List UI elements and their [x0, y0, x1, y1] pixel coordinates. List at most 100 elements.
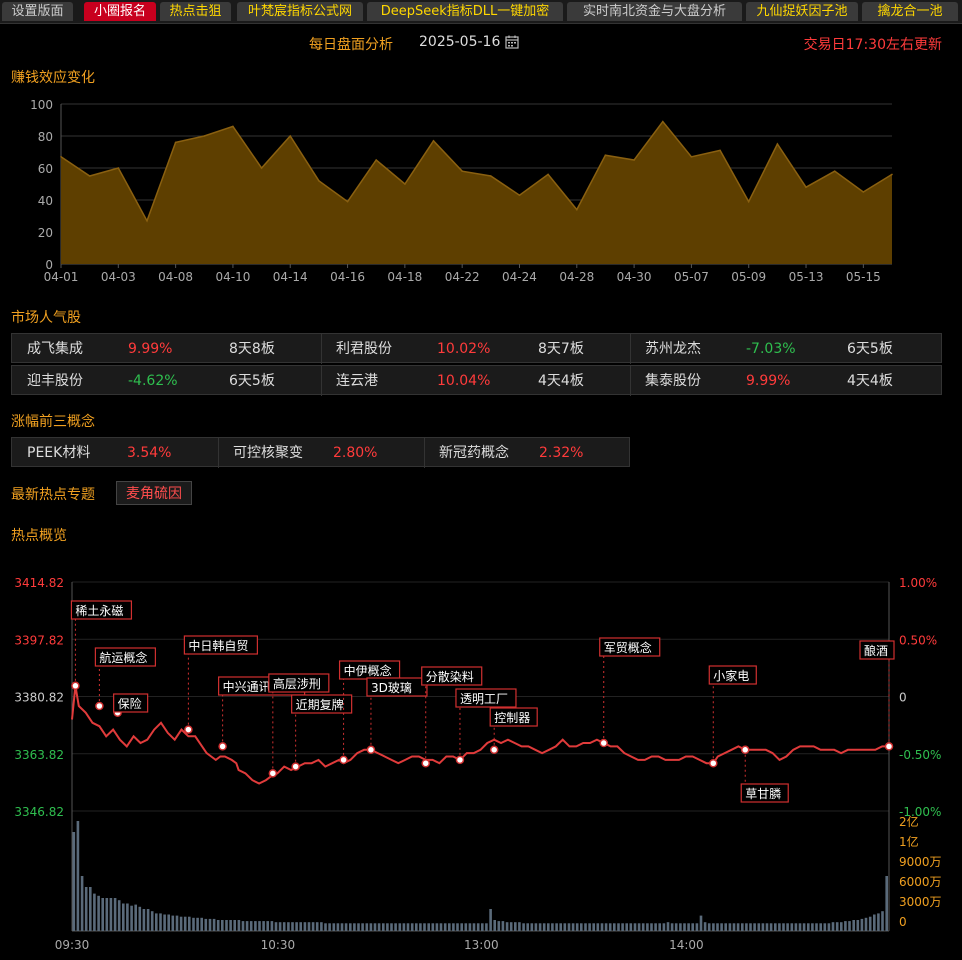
volume-bar	[584, 923, 587, 931]
hot-topic-tag[interactable]: 麦角硫因	[116, 481, 192, 505]
event-marker[interactable]	[709, 758, 718, 768]
volume-bar	[877, 913, 880, 931]
volume-bar	[559, 923, 562, 931]
area-data-point	[232, 125, 234, 128]
event-label: 稀土永磁	[75, 603, 123, 618]
concept-name[interactable]: PEEK材料	[27, 438, 90, 468]
event-label: 高层涉刑	[273, 676, 321, 691]
area-data-point	[146, 220, 148, 222]
volume-bar	[703, 922, 707, 931]
volume-bar	[724, 923, 727, 931]
volume-bar	[654, 923, 657, 931]
volume-bar	[464, 923, 468, 931]
event-label: 中伊概念	[344, 663, 392, 678]
event-label: 酿酒	[864, 643, 888, 658]
area-x-tick-label: 04-08	[158, 270, 193, 284]
volume-bar	[93, 893, 96, 931]
volume-bar	[237, 920, 241, 931]
volume-bar	[699, 915, 703, 931]
volume-bar	[613, 923, 616, 931]
volume-bar	[439, 923, 443, 931]
tab-3[interactable]: 热点击狙	[160, 2, 231, 21]
grid-separator	[321, 366, 322, 396]
event-marker[interactable]	[184, 725, 193, 734]
tab-1[interactable]: 设置版面	[2, 2, 73, 21]
stock-name[interactable]: 迎丰股份	[27, 366, 83, 396]
volume-bar	[340, 923, 344, 931]
volume-bar	[860, 918, 864, 931]
volume-bar	[150, 911, 154, 931]
volume-bar	[580, 923, 583, 931]
calendar-icon[interactable]	[505, 35, 519, 49]
grid-separator	[424, 438, 425, 468]
event-marker[interactable]	[421, 758, 430, 768]
volume-bar	[538, 923, 542, 931]
volume-bar	[650, 923, 653, 931]
area-y-tick-label: 20	[38, 226, 53, 240]
event-marker[interactable]	[740, 745, 750, 755]
stock-name[interactable]: 集泰股份	[645, 366, 701, 396]
area-x-tick-label: 04-03	[101, 270, 136, 284]
volume-bar	[386, 923, 389, 931]
event-marker[interactable]	[268, 769, 278, 778]
tab-6[interactable]: 实时南北资金与大盘分析	[567, 2, 742, 21]
volume-bar	[332, 923, 336, 931]
intraday-price-tick-label: 3380.82	[14, 691, 64, 705]
event-label: 草甘膦	[745, 786, 781, 801]
area-data-point	[547, 173, 549, 176]
area-data-point	[432, 140, 435, 142]
volume-bar	[782, 923, 785, 931]
area-x-tick-label: 04-16	[330, 270, 365, 284]
volume-bar	[551, 923, 554, 931]
volume-bar	[815, 923, 818, 931]
volume-bar	[476, 923, 480, 931]
volume-bar	[262, 921, 265, 931]
event-marker[interactable]	[291, 762, 300, 771]
stock-name[interactable]: 连云港	[336, 366, 378, 396]
event-marker[interactable]	[455, 755, 465, 765]
volume-bar	[299, 922, 302, 931]
tab-2[interactable]: 小圈报名	[84, 2, 156, 21]
event-marker[interactable]	[366, 745, 376, 755]
stock-name[interactable]: 利君股份	[336, 334, 392, 364]
intraday-time-label: 10:30	[261, 938, 296, 952]
volume-bar	[89, 887, 92, 931]
event-marker[interactable]	[71, 681, 80, 691]
area-data-point	[690, 156, 693, 158]
event-marker[interactable]	[599, 738, 608, 748]
volume-bar	[633, 923, 637, 931]
tab-7[interactable]: 九仙捉妖因子池	[746, 2, 858, 21]
area-x-tick-label: 04-30	[617, 270, 652, 284]
tab-4[interactable]: 叶梵宸指标公式网	[237, 2, 363, 21]
volume-bar	[390, 923, 393, 931]
area-data-point	[375, 159, 378, 161]
volume-bar	[196, 917, 199, 931]
volume-bar	[695, 923, 699, 931]
event-marker[interactable]	[95, 701, 104, 711]
page-title: 每日盘面分析	[309, 37, 393, 53]
stock-name[interactable]: 苏州龙杰	[645, 334, 701, 364]
volume-bar	[146, 909, 150, 931]
event-marker[interactable]	[884, 742, 894, 751]
volume-bar	[798, 923, 802, 931]
area-data-point	[461, 170, 464, 172]
tab-5[interactable]: DeepSeek指标DLL一键加密	[367, 2, 563, 21]
concept-name[interactable]: 新冠药概念	[439, 438, 509, 468]
event-marker[interactable]	[489, 745, 499, 755]
volume-bar	[774, 923, 777, 931]
volume-bar	[707, 923, 711, 931]
tab-8[interactable]: 擒龙合一池	[862, 2, 958, 21]
volume-bar	[212, 918, 216, 931]
concept-name[interactable]: 可控核聚变	[233, 438, 303, 468]
event-marker[interactable]	[218, 742, 227, 751]
area-y-tick-label: 100	[30, 98, 53, 112]
volume-bar	[765, 923, 769, 931]
area-data-point	[805, 186, 807, 188]
event-marker[interactable]	[339, 755, 348, 765]
volume-bar	[353, 923, 356, 931]
intraday-pct-tick-label: 0.50%	[899, 633, 937, 647]
area-y-tick-label: 60	[38, 162, 53, 176]
area-data-point	[576, 208, 578, 211]
stock-name[interactable]: 成飞集成	[27, 334, 83, 364]
volume-bar	[315, 922, 319, 931]
